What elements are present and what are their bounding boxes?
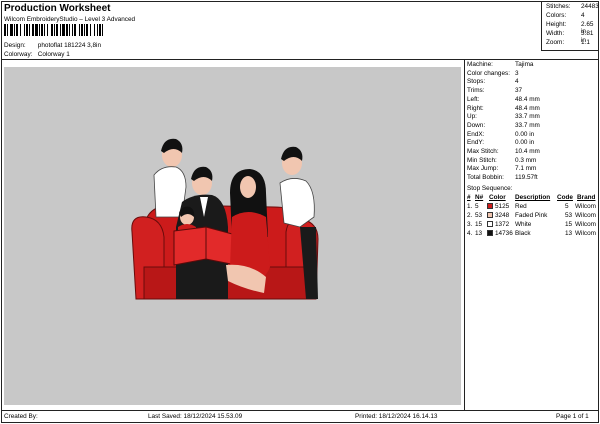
- footer-divider: [1, 410, 599, 411]
- page-title: Production Worksheet: [4, 3, 111, 14]
- info-label: Trims:: [467, 87, 485, 95]
- printed-date: Printed: 18/12/2024 16.14.13: [355, 413, 438, 420]
- stop-code: 53: [565, 212, 573, 219]
- stop-color: 14736: [495, 230, 513, 237]
- stop-row: 3. 15 1372 White 15 Wilcom: [465, 221, 599, 229]
- design-label: Design:: [4, 42, 26, 49]
- colorway-label: Colorway:: [4, 51, 33, 58]
- stop-n: 13: [475, 230, 483, 237]
- stop-color: 1372: [495, 221, 510, 228]
- info-label: Color changes:: [467, 69, 510, 77]
- width-label: Width:: [546, 30, 565, 37]
- info-value: 119.57ft: [515, 174, 538, 182]
- stop-code: 15: [565, 221, 573, 228]
- info-value: 0.3 mm: [515, 156, 537, 164]
- colorway-value: Colorway 1: [37, 51, 70, 58]
- color-swatch: [487, 212, 493, 218]
- stop-description: Red: [515, 203, 527, 210]
- color-swatch: [487, 203, 493, 209]
- stitches-value: 24483: [581, 3, 599, 10]
- zoom-value: 1:1: [581, 39, 590, 46]
- stop-col-n: N#: [475, 194, 484, 201]
- info-label: Min Stitch:: [467, 156, 497, 164]
- stop-color: 3248: [495, 212, 510, 219]
- info-label: Machine:: [467, 61, 493, 68]
- stop-col-num: #: [467, 194, 471, 201]
- info-label: Right:: [467, 104, 484, 112]
- stop-code: 5: [565, 203, 569, 210]
- info-label: Max Jump:: [467, 165, 499, 173]
- colors-value: 4: [581, 12, 585, 19]
- info-value: 10.4 mm: [515, 148, 540, 155]
- info-label: EndY:: [467, 139, 485, 147]
- info-value: 33.7 mm: [515, 121, 540, 129]
- stop-n: 5: [475, 203, 479, 210]
- height-label: Height:: [546, 21, 567, 28]
- stop-brand: Wilcom: [575, 212, 596, 219]
- stop-col-code: Code: [557, 194, 573, 201]
- info-value: 3: [515, 69, 519, 77]
- design-preview: [4, 67, 461, 405]
- stop-n: 15: [475, 221, 483, 228]
- info-label: Down:: [467, 121, 486, 129]
- info-label: EndX:: [467, 130, 485, 138]
- info-panel: Machine: Tajima Color changes: 3 Stops: 4 Trim…: [464, 60, 599, 410]
- info-value: Tajima: [515, 61, 534, 68]
- created-by: Created By:: [4, 413, 38, 420]
- info-value: 0.00 in: [515, 130, 535, 138]
- color-swatch: [487, 230, 493, 236]
- stop-description: White: [515, 221, 532, 228]
- page-number: Page 1 of 1: [556, 413, 589, 420]
- stop-num: 2.: [467, 212, 473, 219]
- info-label: Up:: [467, 113, 477, 121]
- color-swatch: [487, 221, 493, 227]
- zoom-label: Zoom:: [546, 39, 565, 46]
- stop-row: 4. 13 14736 Black 13 Wilcom: [465, 230, 599, 238]
- embroidery-design-image: [131, 138, 319, 300]
- stop-row: 2. 53 3248 Faded Pink 53 Wilcom: [465, 212, 599, 220]
- info-label: Left:: [467, 95, 480, 103]
- stop-color: 5125: [495, 203, 510, 210]
- stop-col-brand: Brand: [577, 194, 596, 201]
- info-value: 48.4 mm: [515, 95, 540, 103]
- info-value: 48.4 mm: [515, 104, 540, 112]
- stitches-label: Stitches:: [546, 3, 571, 10]
- stop-brand: Wilcom: [575, 221, 596, 228]
- info-value: 7.1 mm: [515, 165, 537, 173]
- info-value: 4: [515, 78, 519, 86]
- stop-description: Black: [515, 230, 531, 237]
- stop-description: Faded Pink: [515, 212, 548, 219]
- stop-brand: Wilcom: [575, 230, 596, 237]
- stop-num: 1.: [467, 203, 473, 210]
- info-label: Total Bobbin:: [467, 174, 504, 182]
- stop-row: 1. 5 5125 Red 5 Wilcom: [465, 203, 599, 211]
- stop-table-header: # N# Color Description Code Brand: [465, 194, 599, 202]
- stop-num: 4.: [467, 230, 473, 237]
- stop-num: 3.: [467, 221, 473, 228]
- info-label: Stops:: [467, 78, 486, 86]
- colors-label: Colors:: [546, 12, 567, 19]
- stop-code: 13: [565, 230, 573, 237]
- info-value: 37: [515, 87, 523, 95]
- info-value: 0.00 in: [515, 139, 535, 147]
- last-saved: Last Saved: 18/12/2024 15.53.09: [148, 413, 243, 420]
- stop-sequence-title: Stop Sequence:: [467, 185, 513, 192]
- stop-brand: Wilcom: [575, 203, 596, 210]
- stop-col-color: Color: [489, 194, 506, 201]
- info-value: 33.7 mm: [515, 113, 540, 121]
- design-row: Design: photoflat 181224 3,8in: [4, 42, 101, 49]
- info-label: Max Stitch:: [467, 148, 499, 155]
- software-subtitle: Wilcom EmbroideryStudio – Level 3 Advanc…: [4, 16, 136, 23]
- stop-n: 53: [475, 212, 483, 219]
- stats-box: Stitches: 24483 Colors: 4 Height: 2.65 i…: [541, 1, 599, 51]
- design-value: photoflat 181224 3,8in: [37, 42, 102, 49]
- colorway-row: Colorway: Colorway 1: [4, 51, 70, 58]
- stop-col-description: Description: [515, 194, 551, 201]
- barcode: [4, 24, 171, 36]
